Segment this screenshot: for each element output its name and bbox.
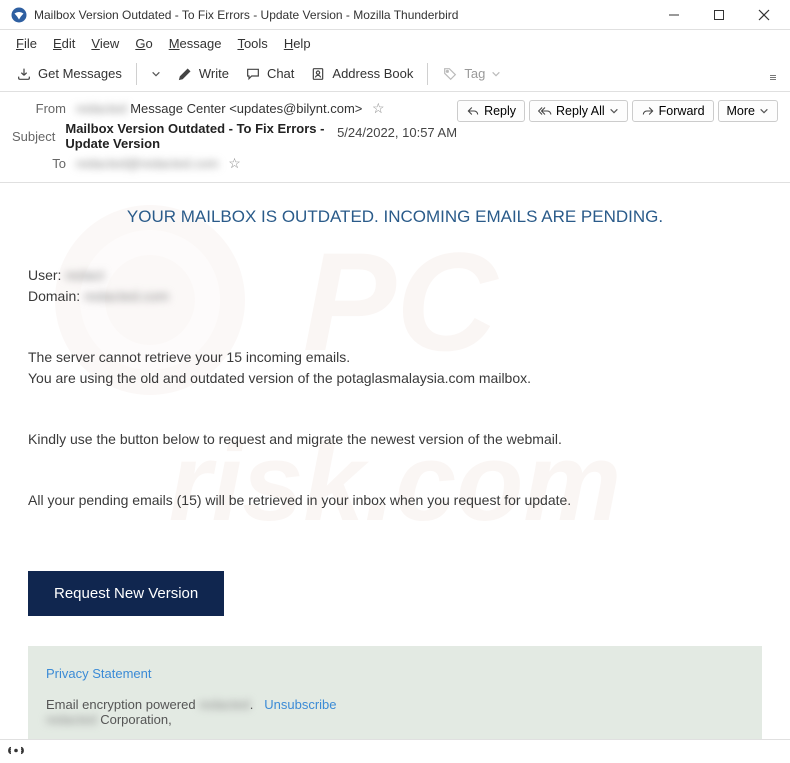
menu-file[interactable]: File bbox=[8, 34, 45, 53]
chevron-down-icon bbox=[759, 106, 769, 116]
user-label: User: bbox=[28, 267, 61, 283]
more-label: More bbox=[727, 104, 755, 118]
window-title: Mailbox Version Outdated - To Fix Errors… bbox=[34, 8, 651, 22]
corp-suffix: Corporation, bbox=[97, 712, 172, 727]
app-menu-button[interactable] bbox=[764, 67, 782, 81]
hamburger-icon bbox=[770, 75, 776, 80]
chat-label: Chat bbox=[267, 66, 294, 81]
address-book-label: Address Book bbox=[332, 66, 413, 81]
message-date: 5/24/2022, 10:57 AM bbox=[337, 125, 457, 140]
para2: Kindly use the button below to request a… bbox=[28, 429, 762, 450]
reply-icon bbox=[466, 104, 480, 118]
encryption-line: Email encryption powered redacted. Unsub… bbox=[46, 697, 744, 712]
from-blurred: redacted bbox=[76, 101, 127, 116]
from-label: From bbox=[12, 101, 66, 116]
reply-all-icon bbox=[538, 104, 552, 118]
menubar: File Edit View Go Message Tools Help bbox=[0, 30, 790, 56]
corp-blur: redacted bbox=[46, 712, 97, 727]
address-book-icon bbox=[310, 66, 326, 82]
para1-line2: You are using the old and outdated versi… bbox=[28, 368, 762, 389]
window-controls bbox=[651, 1, 786, 29]
para1: The server cannot retrieve your 15 incom… bbox=[28, 347, 762, 389]
from-row: From redacted Message Center <updates@bi… bbox=[12, 100, 457, 117]
privacy-link[interactable]: Privacy Statement bbox=[46, 666, 152, 681]
unsubscribe-link[interactable]: Unsubscribe bbox=[264, 697, 336, 712]
star-icon[interactable]: ☆ bbox=[372, 100, 385, 116]
subject-label: Subject bbox=[12, 129, 55, 144]
more-button[interactable]: More bbox=[718, 100, 778, 122]
chat-icon bbox=[245, 66, 261, 82]
to-label: To bbox=[12, 156, 66, 171]
chat-button[interactable]: Chat bbox=[237, 62, 302, 86]
thunderbird-icon bbox=[10, 6, 28, 24]
tag-icon bbox=[442, 66, 458, 82]
encryption-blur: redacted bbox=[199, 697, 250, 712]
domain-label: Domain: bbox=[28, 288, 80, 304]
separator bbox=[136, 63, 137, 85]
star-icon[interactable]: ☆ bbox=[228, 155, 241, 171]
to-blurred: redacted@redacted.com bbox=[76, 156, 219, 171]
toolbar: Get Messages Write Chat Address Book Tag bbox=[0, 56, 790, 92]
menu-go[interactable]: Go bbox=[127, 34, 160, 53]
forward-label: Forward bbox=[659, 104, 705, 118]
status-bar bbox=[0, 739, 790, 763]
menu-tools[interactable]: Tools bbox=[229, 34, 275, 53]
message-body: YOUR MAILBOX IS OUTDATED. INCOMING EMAIL… bbox=[0, 183, 790, 741]
para3: All your pending emails (15) will be ret… bbox=[28, 490, 762, 511]
titlebar: Mailbox Version Outdated - To Fix Errors… bbox=[0, 0, 790, 30]
user-domain-block: User: redact Domain: redacted.com bbox=[28, 265, 762, 307]
encryption-dot: . bbox=[250, 697, 254, 712]
from-display: Message Center <updates@bilynt.com> bbox=[130, 101, 362, 116]
address-book-button[interactable]: Address Book bbox=[302, 62, 421, 86]
write-label: Write bbox=[199, 66, 229, 81]
get-messages-label: Get Messages bbox=[38, 66, 122, 81]
request-new-version-button[interactable]: Request New Version bbox=[28, 571, 224, 616]
menu-edit[interactable]: Edit bbox=[45, 34, 83, 53]
reply-all-label: Reply All bbox=[556, 104, 605, 118]
chevron-down-icon bbox=[609, 106, 619, 116]
menu-view[interactable]: View bbox=[83, 34, 127, 53]
body-footer: Privacy Statement Email encryption power… bbox=[28, 646, 762, 741]
forward-button[interactable]: Forward bbox=[632, 100, 714, 122]
maximize-button[interactable] bbox=[696, 1, 741, 29]
separator bbox=[427, 63, 428, 85]
encryption-prefix: Email encryption powered bbox=[46, 697, 196, 712]
download-icon bbox=[16, 66, 32, 82]
corporation-line: redacted Corporation, bbox=[46, 712, 744, 727]
subject-value: Mailbox Version Outdated - To Fix Errors… bbox=[65, 121, 337, 151]
user-value: redact bbox=[65, 267, 104, 283]
from-value: redacted Message Center <updates@bilynt.… bbox=[76, 100, 385, 117]
para1-line1: The server cannot retrieve your 15 incom… bbox=[28, 347, 762, 368]
menu-help[interactable]: Help bbox=[276, 34, 319, 53]
get-messages-button[interactable]: Get Messages bbox=[8, 62, 130, 86]
tag-label: Tag bbox=[464, 66, 485, 81]
connection-icon[interactable] bbox=[8, 742, 24, 761]
to-value: redacted@redacted.com ☆ bbox=[76, 155, 241, 172]
close-button[interactable] bbox=[741, 1, 786, 29]
menu-message[interactable]: Message bbox=[161, 34, 230, 53]
get-messages-dropdown[interactable] bbox=[143, 65, 169, 83]
to-row: To redacted@redacted.com ☆ bbox=[12, 155, 778, 172]
header-actions: Reply Reply All Forward More bbox=[457, 100, 778, 122]
write-button[interactable]: Write bbox=[169, 62, 237, 86]
chevron-down-icon bbox=[491, 69, 501, 79]
chevron-down-icon bbox=[151, 69, 161, 79]
subject-row: Subject Mailbox Version Outdated - To Fi… bbox=[12, 121, 337, 151]
domain-value: redacted.com bbox=[84, 288, 169, 304]
body-title: YOUR MAILBOX IS OUTDATED. INCOMING EMAIL… bbox=[28, 207, 762, 227]
minimize-button[interactable] bbox=[651, 1, 696, 29]
reply-all-button[interactable]: Reply All bbox=[529, 100, 628, 122]
reply-button[interactable]: Reply bbox=[457, 100, 525, 122]
forward-icon bbox=[641, 104, 655, 118]
reply-label: Reply bbox=[484, 104, 516, 118]
pencil-icon bbox=[177, 66, 193, 82]
message-header: Reply Reply All Forward More From redact… bbox=[0, 92, 790, 183]
tag-button[interactable]: Tag bbox=[434, 62, 509, 86]
